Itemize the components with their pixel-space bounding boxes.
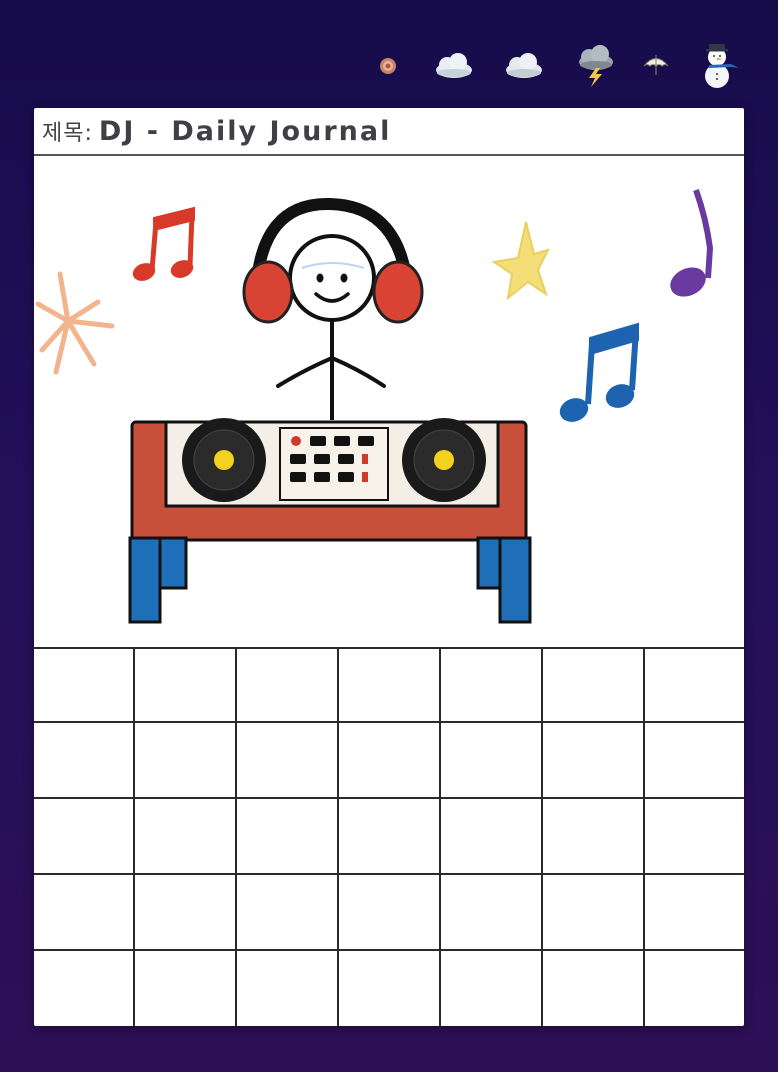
music-note-purple-icon (670, 188, 714, 297)
cloud-icon (436, 53, 472, 78)
grid-lines (34, 647, 744, 1026)
weather-cloud-button[interactable] (428, 40, 480, 92)
weather-selector (360, 40, 760, 96)
dj-character (242, 197, 424, 420)
turntable-left-icon (182, 418, 266, 502)
weather-storm-button[interactable] (570, 40, 622, 92)
turntable-right-icon (402, 418, 486, 502)
journal-page: 제목: DJ - Daily Journal (34, 108, 744, 1026)
weather-umbrella-button[interactable] (630, 40, 682, 92)
weather-sun-button[interactable] (362, 40, 414, 92)
storm-cloud-icon (579, 45, 613, 87)
title-row: 제목: DJ - Daily Journal (34, 108, 744, 156)
title-label: 제목: (42, 121, 93, 146)
mixer-controls (279, 427, 389, 501)
weather-cloudy-button[interactable] (498, 40, 550, 92)
music-note-blue-icon (559, 322, 639, 422)
drawing-canvas[interactable] (34, 158, 744, 646)
sun-icon (380, 58, 396, 74)
weather-snow-button[interactable] (694, 40, 746, 92)
cloud-icon (506, 53, 542, 78)
umbrella-icon (643, 55, 669, 75)
dj-desk (128, 418, 532, 624)
starburst-icon (35, 271, 115, 375)
dj-drawing (35, 188, 714, 624)
journal-title[interactable]: DJ - Daily Journal (99, 116, 391, 147)
star-icon (491, 221, 550, 301)
snowman-icon (705, 44, 739, 88)
writing-grid[interactable] (34, 646, 744, 1026)
music-note-red-icon (132, 206, 195, 281)
